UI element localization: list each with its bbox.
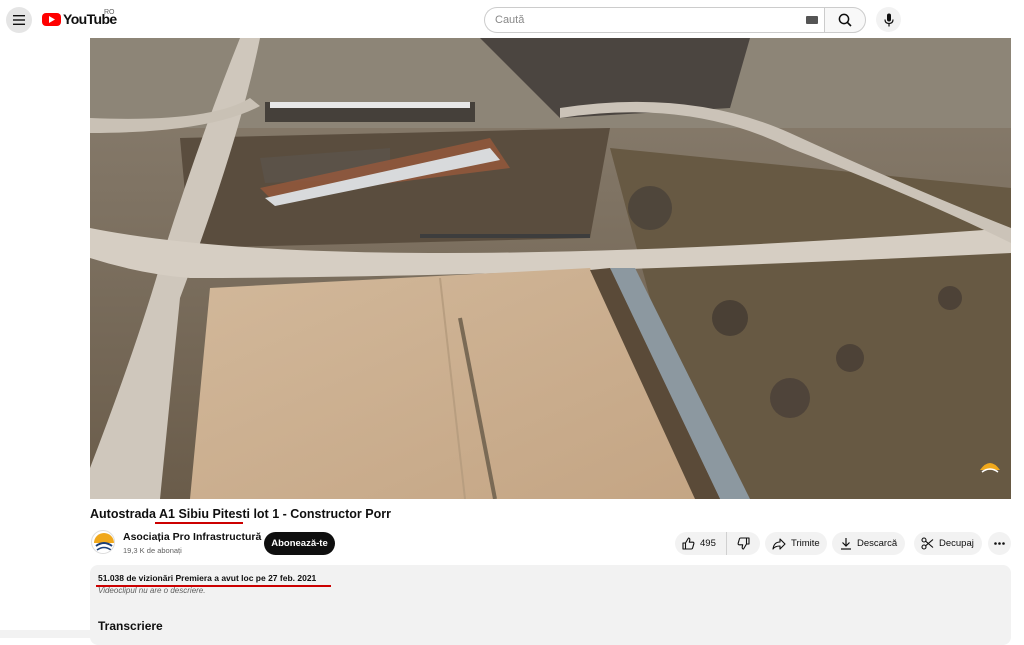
annotation-underline-title [155,522,243,524]
video-frame [90,38,1011,499]
channel-watermark-icon[interactable] [979,458,1001,478]
menu-button[interactable] [6,7,32,33]
search-input[interactable] [484,7,824,33]
views-and-premiere: 51.038 de vizionări Premiera a avut loc … [98,573,317,583]
download-label: Descarcă [857,538,898,549]
clip-button[interactable]: Decupaj [914,532,982,555]
voice-search-button[interactable] [876,7,901,32]
download-icon [841,538,851,550]
subscriber-count: 19,3 K de abonați [123,546,182,555]
dislike-button[interactable] [727,532,760,555]
youtube-logo[interactable]: YouTube RO [42,9,117,27]
video-title: Autostrada A1 Sibiu Pitesti lot 1 - Cons… [90,507,391,521]
thumbs-up-icon [682,537,695,550]
share-button[interactable]: Trimite [765,532,827,555]
share-label: Trimite [791,538,820,549]
search-bar [484,7,866,33]
scissors-icon [921,537,934,550]
keyboard-icon[interactable] [806,16,818,24]
share-icon [772,537,786,550]
left-edge-strip [0,630,90,638]
channel-logo-icon [93,532,114,553]
microphone-icon [883,13,894,26]
more-horizontal-icon [994,542,1005,545]
more-actions-button[interactable] [988,532,1011,555]
thumbs-down-icon [737,537,750,550]
video-player[interactable] [90,38,1011,499]
clip-label: Decupaj [939,538,974,549]
search-icon [838,13,852,27]
like-count: 495 [700,538,716,549]
subscribe-button[interactable]: Abonează-te [264,532,335,555]
search-button[interactable] [824,7,866,33]
like-button[interactable]: 495 [675,532,727,555]
play-logo-icon [42,12,61,26]
channel-name[interactable]: Asociația Pro Infrastructură [123,531,261,543]
like-dislike-group: 495 [675,532,760,555]
top-bar: YouTube RO [0,0,1024,38]
download-button[interactable]: Descarcă [832,532,905,555]
country-code: RO [104,9,115,16]
transcript-heading: Transcriere [98,619,163,633]
channel-avatar[interactable] [91,530,115,554]
hamburger-icon [13,15,25,25]
no-description-text: Videoclipul nu are o descriere. [98,586,206,595]
